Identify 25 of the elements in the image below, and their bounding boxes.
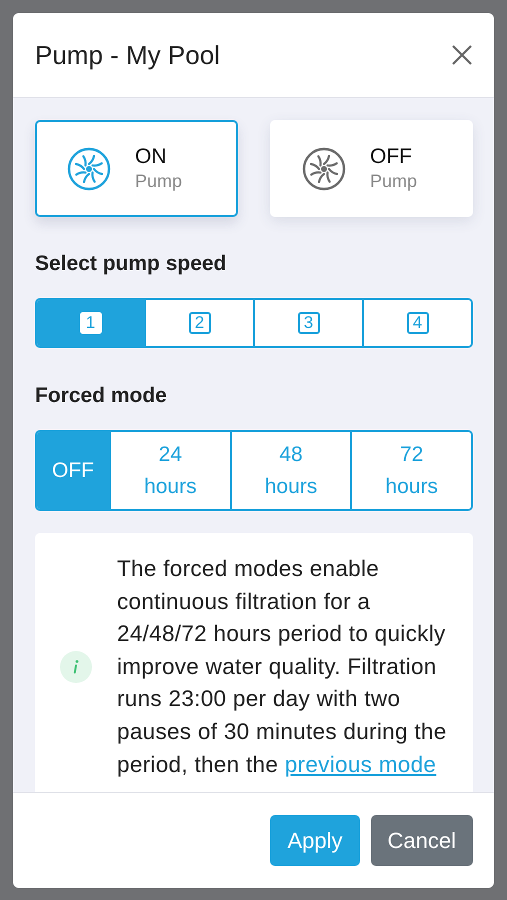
- pump-icon: [67, 146, 111, 190]
- info-link[interactable]: previous mode: [284, 752, 436, 777]
- forced-mode-option[interactable]: 48 hours: [230, 432, 350, 509]
- option-title: OFF: [370, 145, 413, 169]
- speed-number: 4: [406, 312, 428, 334]
- speed-number: 2: [188, 312, 210, 334]
- section-label: Select pump speed: [35, 252, 228, 276]
- power-option[interactable]: ON Pump: [35, 120, 238, 217]
- speed-number: 3: [298, 312, 320, 334]
- option-subtitle: Pump: [135, 171, 182, 192]
- close-icon[interactable]: [450, 43, 474, 67]
- speed-option[interactable]: 1: [37, 300, 144, 346]
- apply-button[interactable]: Apply: [270, 815, 360, 866]
- power-option[interactable]: OFF Pump: [270, 120, 473, 217]
- forced-mode-option[interactable]: OFF: [37, 432, 109, 509]
- speed-option[interactable]: 4: [362, 300, 471, 346]
- cancel-button[interactable]: Cancel: [370, 815, 473, 866]
- pump-icon: [302, 146, 346, 190]
- forced-mode-option[interactable]: 72 hours: [350, 432, 471, 509]
- option-title: ON: [135, 145, 168, 169]
- info-text: The forced modes enable continuous filtration for a 24/48/72 hours period to quickly improve water quality. Filtration runs 23:00 per day with two pauses of 30 minutes during the period, then the previous mode: [117, 555, 448, 779]
- speed-number: 1: [80, 312, 102, 334]
- dialog-title: Pump - My Pool: [35, 40, 220, 70]
- section-label: Forced mode: [35, 384, 168, 408]
- option-subtitle: Pump: [370, 171, 418, 192]
